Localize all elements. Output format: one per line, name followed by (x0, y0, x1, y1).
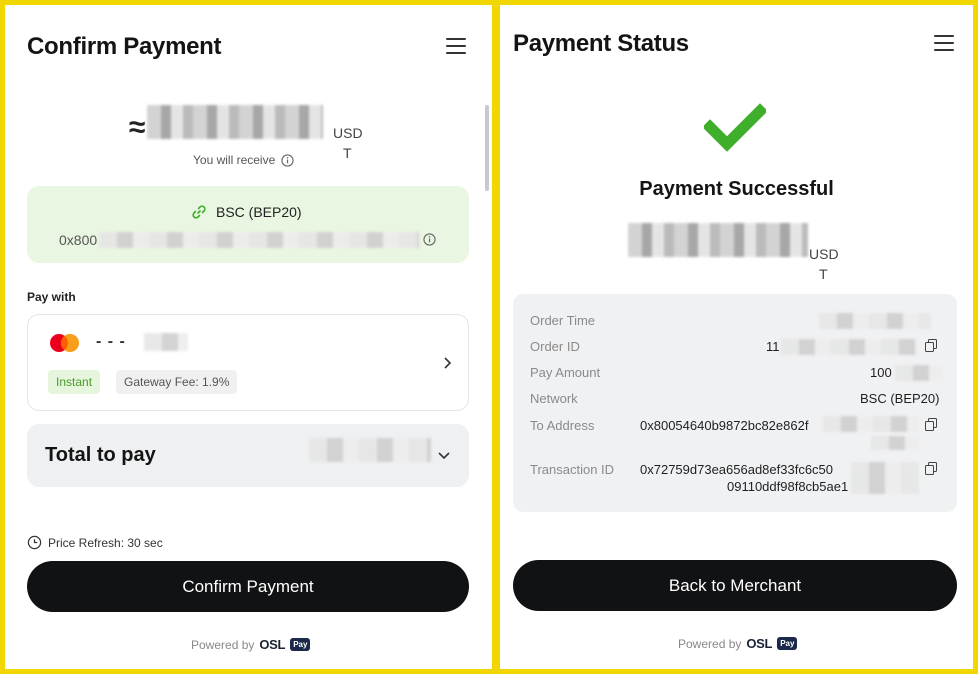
to-address-label: To Address (530, 418, 595, 433)
price-refresh: Price Refresh: 30 sec (27, 535, 163, 550)
redacted-order-id (781, 339, 919, 355)
order-id-label: Order ID (530, 339, 580, 354)
network-label: Network (530, 391, 578, 406)
amount-unit: USD T (333, 123, 363, 163)
clock-icon (27, 535, 42, 550)
redacted-total (309, 438, 431, 462)
copy-icon[interactable] (925, 462, 937, 475)
transaction-id-label: Transaction ID (530, 462, 615, 477)
link-icon (192, 205, 206, 219)
scrollbar[interactable] (485, 105, 489, 191)
copy-icon[interactable] (925, 339, 937, 352)
redacted-amount (628, 223, 808, 257)
address-prefix: 0x800 (59, 232, 98, 248)
confirm-payment-button[interactable]: Confirm Payment (27, 561, 469, 612)
order-time-label: Order Time (530, 313, 596, 328)
info-icon[interactable] (281, 153, 294, 167)
chevron-right-icon[interactable] (443, 356, 453, 370)
amount-unit-line1: USD (333, 125, 363, 141)
page-title: Payment Status (513, 30, 689, 57)
menu-icon[interactable] (446, 38, 466, 54)
amount-unit-line2: T (819, 266, 828, 282)
redacted-card-digits (144, 333, 188, 351)
card-mask: - - - (96, 333, 126, 350)
payment-status-panel: Payment Status Payment Successful USD T … (500, 5, 973, 669)
pay-amount-label: Pay Amount (530, 365, 601, 380)
to-address-value: 0x80054640b9872bc82e862f (640, 418, 809, 433)
approx-symbol: ≈ (129, 111, 146, 144)
page-title: Confirm Payment (27, 33, 222, 60)
back-to-merchant-button[interactable]: Back to Merchant (513, 560, 957, 611)
network-value: BSC (BEP20) (860, 391, 940, 406)
order-id-value: 11 (766, 339, 780, 354)
success-title: Payment Successful (639, 178, 834, 200)
amount-unit-line2: T (343, 145, 352, 161)
confirm-payment-panel: Confirm Payment ≈ USD T You will receive… (5, 5, 492, 669)
payment-method-card[interactable]: - - - Instant Gateway Fee: 1.9% (27, 314, 469, 411)
amount-unit: USD T (809, 244, 839, 284)
transaction-id-value-line1: 0x72759d73ea656ad8ef33fc6c50 (640, 462, 834, 477)
osl-logo: OSL (259, 637, 286, 652)
amount-unit-line1: USD (809, 246, 839, 262)
chevron-down-icon[interactable] (437, 451, 451, 461)
powered-by-text: Powered by (191, 637, 255, 652)
network-row: BSC (BEP20) (190, 203, 302, 221)
redacted-address (99, 232, 419, 248)
powered-by: Powered by OSL Pay (191, 637, 311, 652)
instant-tag: Instant (48, 370, 101, 394)
mastercard-icon (50, 334, 79, 352)
redacted-transaction-id (851, 462, 919, 494)
menu-icon[interactable] (934, 35, 954, 51)
total-label: Total to pay (45, 444, 156, 466)
pay-badge: Pay (290, 638, 311, 651)
pay-with-label: Pay with (27, 290, 76, 304)
network-name: BSC (BEP20) (216, 204, 302, 220)
redacted-pay-amount (895, 365, 943, 381)
info-icon[interactable] (423, 233, 436, 246)
gateway-fee-tag: Gateway Fee: 1.9% (116, 370, 238, 394)
transaction-id-value-line2: 09110ddf98f8cb5ae1 (727, 479, 849, 494)
powered-by-text: Powered by (678, 636, 742, 651)
receive-label: You will receive (193, 153, 276, 167)
pay-amount-value: 100 (870, 365, 892, 380)
pay-badge: Pay (777, 637, 798, 650)
redacted-to-address-line2 (871, 436, 919, 450)
checkmark-icon (704, 103, 766, 152)
powered-by: Powered by OSL Pay (678, 636, 798, 651)
price-refresh-text: Price Refresh: 30 sec (48, 535, 163, 550)
order-details-card: Order Time Order ID 11 Pay Amount 100 Ne… (513, 294, 957, 512)
osl-logo: OSL (746, 636, 773, 651)
redacted-to-address (823, 416, 919, 432)
total-to-pay-box[interactable]: Total to pay (27, 424, 469, 487)
redacted-order-time (819, 313, 931, 329)
redacted-amount (147, 105, 323, 139)
copy-icon[interactable] (925, 418, 937, 431)
receive-hint: You will receive (193, 153, 294, 167)
network-box: BSC (BEP20) 0x800 (27, 186, 469, 263)
